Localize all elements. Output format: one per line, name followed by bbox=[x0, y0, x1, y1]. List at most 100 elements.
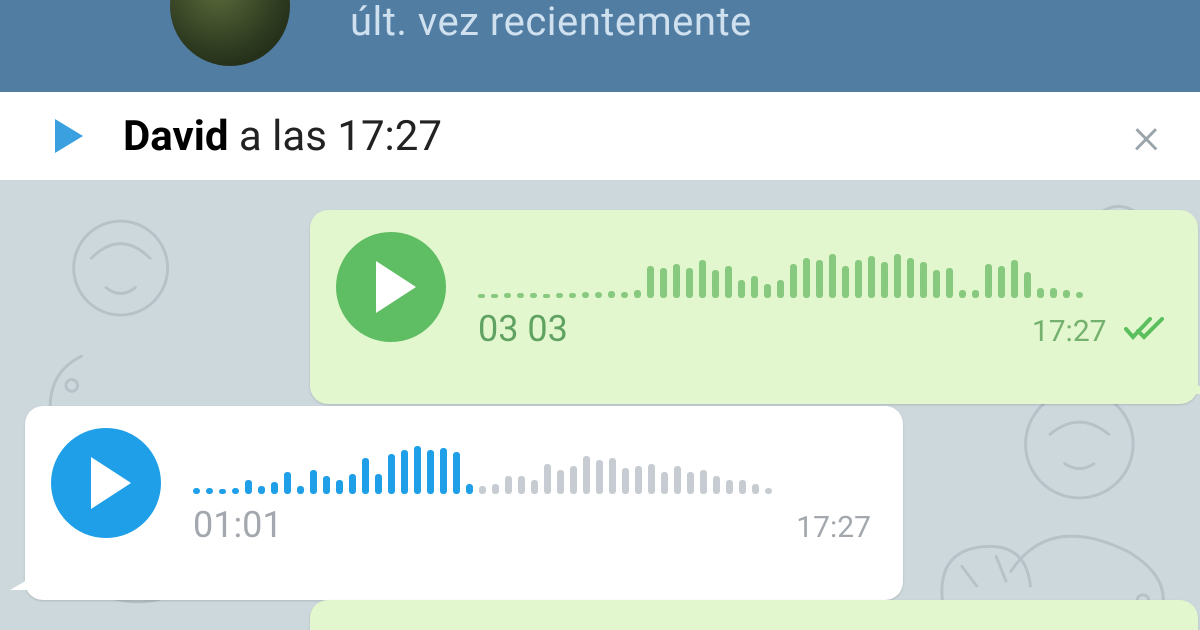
waveform-bar bbox=[674, 466, 681, 494]
waveform-bar bbox=[297, 486, 304, 494]
waveform-bar bbox=[492, 484, 499, 494]
play-icon bbox=[91, 457, 131, 509]
waveform-bar bbox=[751, 276, 758, 298]
waveform-bar bbox=[687, 472, 694, 494]
waveform-bar bbox=[557, 470, 564, 494]
waveform-bar bbox=[777, 280, 784, 298]
waveform-bar bbox=[648, 464, 655, 494]
avatar[interactable] bbox=[170, 0, 290, 66]
waveform-bar bbox=[596, 460, 603, 494]
voice-message-incoming[interactable]: 01:01 17:27 bbox=[25, 406, 903, 600]
chat-header[interactable]: últ. vez recientemente bbox=[0, 0, 1200, 92]
waveform-bar bbox=[907, 258, 914, 298]
voice-content: 03 03 17:27 bbox=[478, 232, 1166, 350]
waveform-bar bbox=[388, 454, 395, 494]
waveform-bar bbox=[414, 446, 421, 494]
play-button[interactable] bbox=[51, 428, 161, 538]
waveform-bar bbox=[842, 266, 849, 298]
waveform-bar bbox=[972, 290, 979, 298]
waveform-bar bbox=[621, 292, 628, 298]
waveform-bar bbox=[1050, 288, 1057, 298]
waveform-bar bbox=[920, 262, 927, 298]
waveform-bar bbox=[700, 470, 707, 494]
waveform-bar bbox=[609, 458, 616, 494]
waveform-bar bbox=[634, 290, 641, 298]
voice-duration: 01:01 bbox=[193, 504, 283, 546]
waveform-bar bbox=[427, 450, 434, 494]
waveform-bar bbox=[765, 488, 772, 494]
waveform[interactable] bbox=[478, 238, 1166, 298]
waveform-bar bbox=[946, 268, 953, 298]
waveform-bar bbox=[829, 254, 836, 298]
waveform-bar bbox=[219, 489, 226, 494]
waveform-bar bbox=[1024, 272, 1031, 298]
bubble-tail-icon bbox=[10, 576, 34, 590]
waveform-bar bbox=[245, 480, 252, 494]
waveform-bar bbox=[635, 466, 642, 494]
now-playing-time: 17:27 bbox=[337, 112, 442, 161]
waveform-bar bbox=[712, 270, 719, 298]
waveform-bar bbox=[725, 266, 732, 298]
waveform-bar bbox=[686, 268, 693, 298]
waveform-bar bbox=[998, 266, 1005, 298]
waveform-bar bbox=[206, 488, 213, 494]
waveform-bar bbox=[608, 291, 615, 298]
voice-message-outgoing[interactable]: 03 03 17:27 bbox=[310, 210, 1198, 404]
waveform-bar bbox=[271, 482, 278, 494]
now-playing-name: David bbox=[123, 112, 229, 161]
waveform-bar bbox=[881, 262, 888, 298]
voice-duration: 03 03 bbox=[478, 308, 568, 350]
waveform-bar bbox=[544, 464, 551, 494]
now-playing-bar[interactable]: David a las 17:27 × bbox=[0, 92, 1200, 180]
waveform-bar bbox=[1063, 290, 1070, 298]
waveform-bar bbox=[323, 476, 330, 494]
waveform-bar bbox=[504, 293, 511, 298]
waveform-bar bbox=[453, 452, 460, 494]
waveform-bar bbox=[622, 468, 629, 494]
waveform-bar bbox=[647, 266, 654, 298]
waveform-bar bbox=[349, 474, 356, 494]
waveform-bar bbox=[985, 264, 992, 298]
play-button[interactable] bbox=[336, 232, 446, 342]
waveform-bar bbox=[505, 476, 512, 494]
waveform-bar bbox=[894, 254, 901, 298]
voice-message-outgoing-partial[interactable] bbox=[310, 600, 1198, 630]
waveform-bar bbox=[530, 293, 537, 298]
waveform-bar bbox=[478, 294, 485, 298]
waveform-bar bbox=[726, 480, 733, 494]
waveform-bar bbox=[336, 480, 343, 494]
waveform-bar bbox=[661, 472, 668, 494]
waveform-bar bbox=[1076, 292, 1083, 298]
waveform-bar bbox=[362, 458, 369, 494]
waveform-bar bbox=[440, 448, 447, 494]
waveform[interactable] bbox=[193, 434, 871, 494]
waveform-bar bbox=[531, 480, 538, 494]
waveform-bar bbox=[401, 450, 408, 494]
play-icon[interactable] bbox=[55, 119, 83, 153]
chat-body[interactable]: 03 03 17:27 01:01 17:27 bbox=[0, 180, 1200, 630]
now-playing-middle: a las bbox=[229, 112, 338, 161]
waveform-bar bbox=[570, 466, 577, 494]
close-icon[interactable]: × bbox=[1133, 110, 1160, 162]
waveform-bar bbox=[660, 268, 667, 298]
waveform-bar bbox=[466, 484, 473, 494]
waveform-bar bbox=[699, 260, 706, 298]
waveform-bar bbox=[543, 294, 550, 298]
telegram-chat-screen: últ. vez recientemente David a las 17:27… bbox=[0, 0, 1200, 630]
waveform-bar bbox=[764, 284, 771, 298]
waveform-bar bbox=[232, 488, 239, 494]
voice-content: 01:01 17:27 bbox=[193, 428, 871, 546]
message-time: 17:27 bbox=[1032, 314, 1166, 349]
waveform-bar bbox=[491, 294, 498, 298]
waveform-bar bbox=[752, 484, 759, 494]
waveform-bar bbox=[803, 258, 810, 298]
waveform-bar bbox=[258, 486, 265, 494]
waveform-bar bbox=[1037, 288, 1044, 298]
waveform-bar bbox=[582, 292, 589, 298]
waveform-bar bbox=[868, 256, 875, 298]
waveform-bar bbox=[569, 293, 576, 298]
read-checkmarks-icon bbox=[1124, 317, 1166, 341]
waveform-bar bbox=[310, 470, 317, 494]
waveform-bar bbox=[284, 472, 291, 494]
waveform-bar bbox=[193, 488, 200, 494]
